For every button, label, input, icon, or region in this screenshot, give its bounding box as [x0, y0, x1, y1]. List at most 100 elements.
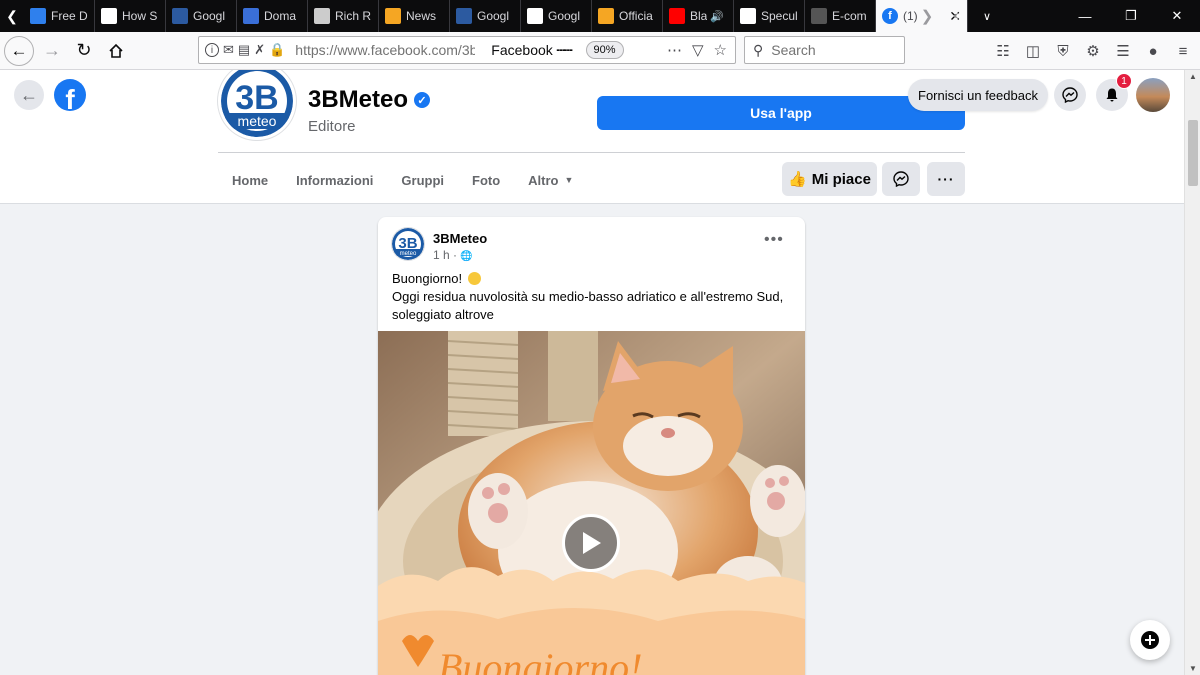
logo-big-text: 3B [235, 79, 278, 117]
browser-tab[interactable]: How S [95, 0, 166, 32]
page-name: 3BMeteo ✓ [308, 86, 431, 114]
browser-tab[interactable]: Googl [450, 0, 521, 32]
new-message-button[interactable] [1130, 620, 1170, 660]
notifications-button[interactable]: 1 [1096, 73, 1132, 111]
facebook-icon: f [882, 8, 898, 24]
page-title-text: Facebook [491, 41, 553, 58]
tab-altro[interactable]: Altro ▼ [514, 162, 587, 198]
url-domain: https://www.facebook.com/ [295, 42, 462, 58]
post-video[interactable]: Buongiorno! [378, 331, 805, 675]
ublock-icon[interactable]: ⛨ [1052, 43, 1074, 60]
se-icon [527, 8, 543, 24]
url-path: 3bm [461, 42, 476, 58]
tab-altro-label: Altro [528, 172, 559, 188]
facebook-logo-icon[interactable]: f [54, 79, 86, 111]
window-close-icon[interactable]: ✕ [1154, 8, 1200, 24]
globe-icon: 🌐 [460, 251, 473, 262]
browser-tab[interactable]: Doma [237, 0, 308, 32]
arrow-left-icon: ← [20, 84, 38, 105]
like-page-button[interactable]: 👍 Mi piace [782, 162, 877, 196]
send-message-button[interactable] [882, 162, 920, 196]
youtube-icon [669, 8, 685, 24]
tab-title: Doma [264, 9, 297, 23]
forward-button[interactable]: → [36, 35, 68, 67]
extension-gear-icon[interactable]: ⚙ [1082, 42, 1104, 60]
post-text-line2: Oggi residua nuvolosità su medio-basso a… [392, 289, 784, 322]
more-options-button[interactable]: ··· [927, 162, 965, 196]
arrow-right-icon: → [43, 40, 61, 60]
post-card: 3B meteo 3BMeteo 1 h · 🌐 ••• Buongiorno!… [378, 217, 805, 675]
caret-down-icon: ▼ [564, 175, 574, 185]
post-timestamp[interactable]: 1 h · 🌐 [433, 248, 473, 262]
user-avatar[interactable] [1136, 78, 1170, 112]
back-button[interactable]: ← [4, 35, 34, 66]
official-icon [598, 8, 614, 24]
browser-tab[interactable]: Rich R [308, 0, 379, 32]
play-icon [583, 532, 601, 554]
restore-icon[interactable]: ❐ [1108, 8, 1154, 24]
browser-tab[interactable]: Googl [521, 0, 592, 32]
browser-tab[interactable]: Googl [166, 0, 237, 32]
post-author[interactable]: 3BMeteo [433, 231, 487, 246]
minimize-icon[interactable]: — [1062, 9, 1108, 24]
tab-title: Googl [548, 9, 581, 23]
browser-tab[interactable]: Specul [734, 0, 805, 32]
scrollbar-thumb[interactable] [1188, 120, 1198, 186]
tab-foto[interactable]: Foto [458, 162, 514, 198]
sidebar-icon[interactable]: ◫ [1022, 42, 1044, 60]
post-options-button[interactable]: ••• [764, 231, 784, 249]
tab-scroll-right-icon[interactable]: ❯ [912, 7, 942, 25]
tab-title: How S [122, 9, 158, 23]
extension-bars-icon[interactable]: ☰ [1112, 42, 1134, 60]
svg-text:meteo: meteo [400, 251, 417, 257]
zoom-indicator[interactable]: 90% [585, 41, 624, 59]
cat-video-thumbnail: Buongiorno! [378, 331, 805, 675]
tab-informazioni[interactable]: Informazioni [282, 162, 387, 198]
speaker-icon[interactable]: 🔊 [710, 10, 724, 23]
medium-icon [740, 8, 756, 24]
url-bar[interactable]: i ✉ ▤ ✗ 🔒 https://www.facebook.com/3bm F… [198, 36, 736, 64]
browser-tab[interactable]: E-com [805, 0, 876, 32]
home-button[interactable] [100, 35, 132, 67]
tab-home[interactable]: Home [218, 162, 282, 198]
more-dots-icon: ••• [764, 231, 784, 248]
browser-tab[interactable]: News [379, 0, 450, 32]
3bmeteo-logo-icon: 3B meteo [392, 228, 424, 260]
list-all-tabs-icon[interactable]: ∨ [972, 10, 1002, 23]
sej-icon [172, 8, 188, 24]
info-icon[interactable]: i [205, 43, 219, 57]
tab-gruppi[interactable]: Gruppi [387, 162, 458, 198]
search-input[interactable]: ⚲ Search [744, 36, 905, 64]
page-name-text: 3BMeteo [308, 86, 409, 113]
browser-tab[interactable]: Free D [24, 0, 95, 32]
play-button[interactable] [562, 514, 620, 572]
library-icon[interactable]: ☷ [992, 42, 1014, 60]
post-author-avatar[interactable]: 3B meteo [391, 227, 425, 261]
vertical-scrollbar[interactable]: ▲ ▼ [1184, 70, 1200, 675]
browser-tab[interactable]: Bla 🔊 [663, 0, 734, 32]
account-icon[interactable]: ● [1142, 43, 1164, 60]
mic-blocked-icon[interactable]: ✗ [254, 42, 265, 58]
bookmark-star-icon[interactable]: ☆ [714, 41, 727, 59]
messenger-button[interactable] [1054, 79, 1086, 111]
url-text[interactable]: https://www.facebook.com/3bm [295, 42, 475, 58]
scroll-down-icon[interactable]: ▼ [1185, 664, 1200, 673]
menu-icon[interactable]: ≡ [1172, 43, 1194, 60]
page-profile-picture[interactable]: 3B meteo [218, 70, 296, 140]
scroll-up-icon[interactable]: ▲ [1185, 72, 1200, 81]
new-tab-icon[interactable]: + [942, 8, 972, 25]
fb-back-button[interactable]: ← [14, 80, 44, 110]
browser-tab[interactable]: Officia [592, 0, 663, 32]
page-actions-icon[interactable]: ⋯ [667, 41, 682, 59]
tab-scroll-left-icon[interactable]: ❮ [0, 0, 24, 32]
permissions-chat-icon[interactable]: ✉ [223, 42, 234, 58]
pocket-icon[interactable]: ▽ [692, 41, 704, 59]
news-icon [385, 8, 401, 24]
navigation-toolbar: ← → ↻ i ✉ ▤ ✗ 🔒 https://www.facebook.com… [0, 32, 1200, 70]
header-divider [218, 152, 965, 153]
feedback-button[interactable]: Fornisci un feedback [908, 79, 1048, 111]
reload-button[interactable]: ↻ [68, 35, 100, 67]
camera-blocked-icon[interactable]: ▤ [238, 42, 250, 58]
page-category: Editore [308, 118, 356, 135]
home-icon [109, 43, 123, 58]
